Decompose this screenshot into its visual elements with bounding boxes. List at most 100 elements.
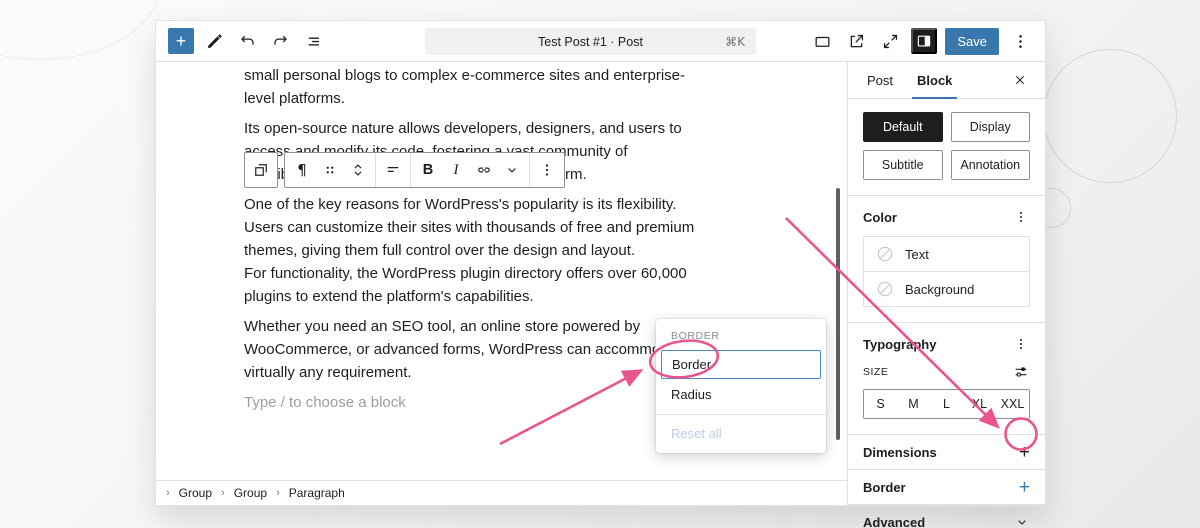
undo-button[interactable]	[234, 28, 260, 54]
size-settings-button[interactable]	[1012, 363, 1030, 381]
paragraph-block[interactable]: One of the key reasons for WordPress's p…	[244, 193, 804, 308]
no-color-icon	[875, 279, 895, 299]
typography-options-button[interactable]	[1012, 335, 1030, 353]
topbar-right-tools: Save	[809, 27, 1033, 55]
more-formatting-button[interactable]	[498, 154, 526, 186]
popup-item-border[interactable]: Border	[661, 350, 821, 379]
options-group	[530, 153, 564, 187]
decor-circle	[0, 0, 160, 60]
advanced-panel-row[interactable]: Advanced	[848, 505, 1045, 528]
link-icon	[475, 161, 493, 179]
block-toolbar: ¶ B I	[244, 152, 565, 188]
bold-button[interactable]: B	[414, 154, 442, 186]
editor-window: + Test Post #1 · Post ⌘K Save small pers…	[155, 20, 1046, 528]
settings-sidebar-toggle[interactable]	[911, 28, 938, 54]
breadcrumb-paragraph[interactable]: Paragraph	[289, 486, 345, 500]
preview-device-button[interactable]	[809, 28, 835, 54]
save-button[interactable]: Save	[945, 27, 999, 55]
tools-button[interactable]	[201, 28, 227, 54]
size-l[interactable]: L	[930, 390, 963, 418]
font-size-segmented-control: S M L XL XXL	[863, 389, 1030, 419]
size-xxl[interactable]: XXL	[996, 390, 1029, 418]
editor-topbar: + Test Post #1 · Post ⌘K Save	[156, 21, 1045, 62]
breadcrumb-group[interactable]: Group	[179, 486, 212, 500]
block-options-button[interactable]	[533, 154, 561, 186]
editor-scrollbar[interactable]	[836, 188, 840, 440]
popup-header: BORDER	[671, 330, 720, 342]
tab-block[interactable]: Block	[912, 62, 958, 99]
block-controls-group: ¶	[285, 153, 376, 187]
text-color-row[interactable]: Text	[864, 237, 1029, 271]
options-menu-button[interactable]	[1007, 28, 1033, 54]
style-default-button[interactable]: Default	[863, 112, 943, 142]
plus-icon: +	[1018, 476, 1030, 498]
redo-button[interactable]	[267, 28, 293, 54]
size-m[interactable]: M	[897, 390, 930, 418]
color-panel-title: Color	[863, 209, 897, 225]
close-icon	[1012, 72, 1028, 88]
sliders-icon	[1013, 364, 1029, 380]
document-overview-button[interactable]	[300, 28, 326, 54]
typography-panel-title: Typography	[863, 336, 937, 352]
chevron-right-icon: ›	[221, 487, 225, 499]
block-mover[interactable]	[344, 154, 372, 186]
external-link-icon	[847, 32, 866, 51]
pencil-icon	[205, 32, 224, 51]
fullscreen-button[interactable]	[877, 28, 903, 54]
sidebar-panel-icon	[915, 32, 933, 50]
command-center-button[interactable]: Test Post #1 · Post ⌘K	[425, 28, 756, 55]
paragraph-block[interactable]: small personal blogs to complex e-commer…	[244, 64, 804, 110]
view-post-button[interactable]	[843, 28, 869, 54]
border-panel-row[interactable]: Border +	[848, 470, 1045, 505]
chevron-right-icon: ›	[166, 487, 170, 499]
topbar-left-tools: +	[168, 28, 326, 54]
size-s[interactable]: S	[864, 390, 897, 418]
dimensions-panel-row[interactable]: Dimensions +	[848, 435, 1045, 470]
border-label: Border	[863, 479, 906, 495]
document-title: Test Post #1 · Post	[538, 34, 643, 49]
size-label: SIZE	[863, 366, 889, 378]
size-xl[interactable]: XL	[963, 390, 996, 418]
editor-canvas: small personal blogs to complex e-commer…	[156, 62, 847, 505]
background-color-row[interactable]: Background	[864, 271, 1029, 306]
background-color-label: Background	[905, 281, 975, 297]
editor-main: small personal blogs to complex e-commer…	[156, 62, 1045, 528]
redo-icon	[271, 32, 290, 51]
align-left-icon	[384, 161, 402, 179]
list-view-icon	[304, 32, 323, 51]
command-shortcut: ⌘K	[725, 34, 745, 49]
formatting-group: B I	[411, 153, 530, 187]
settings-sidebar: Post Block Default Display Subtitle Anno…	[847, 62, 1045, 528]
select-parent-block-button[interactable]	[244, 152, 278, 188]
block-toolbar-main: ¶ B I	[284, 152, 565, 188]
drag-handle[interactable]	[316, 154, 344, 186]
color-options-button[interactable]	[1012, 208, 1030, 226]
color-panel: Color Text Background	[848, 196, 1045, 323]
undo-icon	[238, 32, 257, 51]
align-button[interactable]	[379, 154, 407, 186]
move-up-down-icon	[349, 161, 367, 179]
advanced-label: Advanced	[863, 514, 926, 528]
plus-icon: +	[1018, 441, 1030, 463]
chevron-down-icon	[503, 161, 521, 179]
parent-block-icon	[252, 161, 270, 179]
style-subtitle-button[interactable]: Subtitle	[863, 150, 943, 180]
alignment-group	[376, 153, 411, 187]
popup-item-radius[interactable]: Radius	[656, 379, 826, 410]
style-display-button[interactable]: Display	[950, 112, 1030, 142]
chevron-down-icon	[1014, 514, 1030, 528]
block-styles-panel: Default Display Subtitle Annotation	[848, 99, 1045, 196]
close-sidebar-button[interactable]	[1009, 69, 1031, 91]
block-inserter-button[interactable]: +	[168, 28, 194, 54]
italic-button[interactable]: I	[442, 154, 470, 186]
link-button[interactable]	[470, 154, 498, 186]
color-panel-header: Color	[863, 208, 1030, 226]
tab-post[interactable]: Post	[862, 62, 898, 98]
style-annotation-button[interactable]: Annotation	[950, 150, 1030, 180]
chevron-right-icon: ›	[276, 487, 280, 499]
typography-panel-header: Typography	[863, 335, 1030, 353]
no-color-icon	[875, 244, 895, 264]
kebab-icon	[538, 161, 556, 179]
block-type-button[interactable]: ¶	[288, 154, 316, 186]
breadcrumb-group[interactable]: Group	[234, 486, 267, 500]
